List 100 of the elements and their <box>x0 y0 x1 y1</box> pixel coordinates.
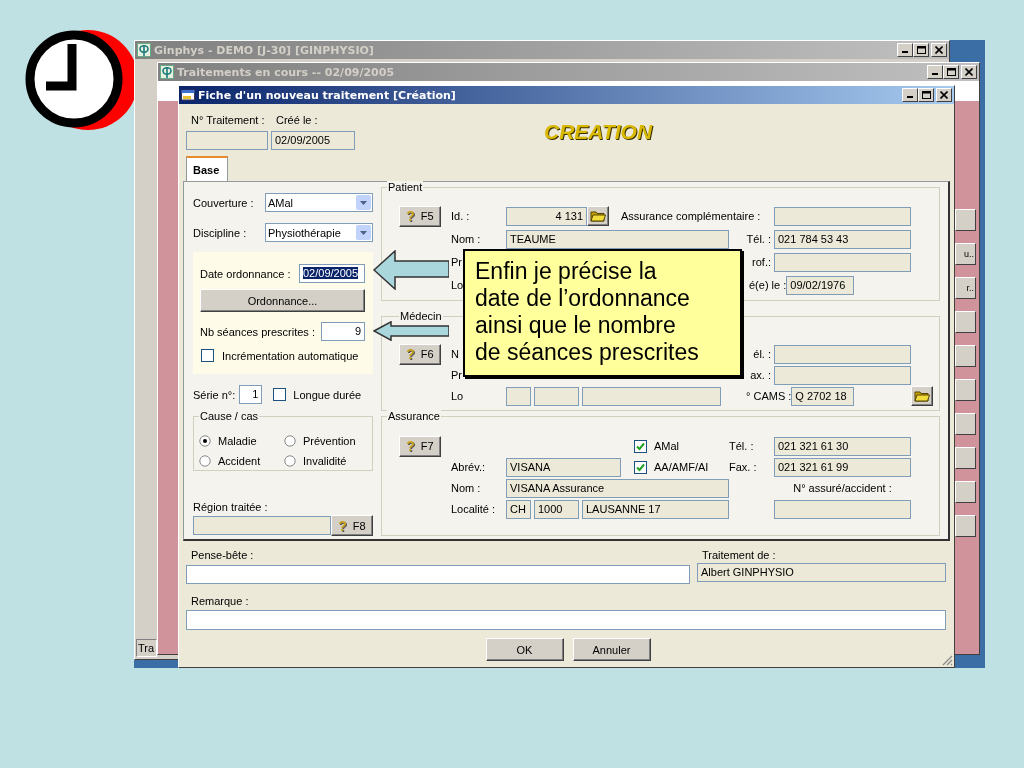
group-title: Cause / cas <box>199 410 260 423</box>
checkbox[interactable] <box>634 439 647 453</box>
field-label: Tél. : <box>746 233 772 245</box>
cams-field[interactable]: Q 2702 18 <box>791 386 854 406</box>
text-field[interactable] <box>506 386 531 406</box>
callout-text: Enfin je précise la date de l’ordonnance ainsi que le nombre de séances prescrites <box>463 249 742 377</box>
dialog-button[interactable]: OK <box>485 638 564 661</box>
checkbox-label: AA/AMF/AI <box>654 461 709 473</box>
close-button[interactable] <box>961 65 977 79</box>
status-bar: Tra <box>136 639 157 657</box>
radio-button[interactable] <box>284 455 296 467</box>
maximize-button[interactable] <box>943 65 959 79</box>
checkbox[interactable] <box>201 349 214 362</box>
side-button[interactable] <box>955 209 976 231</box>
field-label: Traitement de : <box>701 549 777 563</box>
field-label: Fax. : <box>729 461 757 473</box>
sessions-field[interactable]: 9 <box>321 322 365 341</box>
folder-button[interactable] <box>587 206 609 226</box>
id-field[interactable]: 4 131 <box>506 206 587 226</box>
date-field[interactable]: 02/09/2005 <box>271 131 355 150</box>
maximize-icon <box>921 91 931 99</box>
minimize-button[interactable] <box>902 88 918 102</box>
locality-field[interactable]: CH <box>506 499 531 519</box>
radio-label: Accident <box>218 455 261 467</box>
side-button[interactable] <box>955 447 976 469</box>
maximize-icon <box>916 46 926 54</box>
text-field[interactable] <box>582 386 721 406</box>
name-field[interactable]: TEAUME <box>506 229 729 249</box>
remark-field[interactable] <box>186 610 946 630</box>
field-label: Assurance complémentaire : <box>621 210 761 222</box>
side-button[interactable] <box>955 311 976 333</box>
maximize-button[interactable] <box>918 88 934 102</box>
series-field[interactable]: 1 <box>239 385 263 404</box>
app-icon <box>137 43 151 57</box>
field-label: Localité : <box>451 503 496 515</box>
memo-field[interactable] <box>186 565 690 584</box>
minimize-button[interactable] <box>927 65 943 79</box>
field-label: Nb séances prescrites : <box>200 325 315 338</box>
name-field[interactable]: VISANA Assurance <box>506 478 729 498</box>
checkbox[interactable] <box>634 460 647 474</box>
side-button[interactable] <box>955 379 976 401</box>
checkbox[interactable] <box>273 388 287 401</box>
close-button[interactable] <box>931 43 947 57</box>
close-icon <box>940 91 948 99</box>
minimize-icon <box>902 51 908 53</box>
field-label: Id. : <box>451 210 470 222</box>
side-button[interactable] <box>955 515 976 537</box>
close-button[interactable] <box>936 88 952 102</box>
window-title: Ginphys - DEMO [J-30] [GINPHYSIO] <box>154 43 375 57</box>
maximize-button[interactable] <box>913 43 929 57</box>
ordonnance-button[interactable]: Ordonnance... <box>200 289 365 312</box>
folder-icon <box>914 390 930 402</box>
side-button[interactable] <box>955 345 976 367</box>
side-button[interactable]: u.. <box>955 243 976 265</box>
couverture-select[interactable]: AMal <box>265 193 373 212</box>
radio-button[interactable] <box>284 435 296 447</box>
radio-button[interactable] <box>199 435 211 447</box>
fax-field[interactable]: 021 321 61 99 <box>774 457 911 477</box>
therapist-field[interactable]: Albert GINPHYSIO <box>697 563 946 582</box>
field-label: Discipline : <box>193 226 247 239</box>
side-button[interactable]: r.. <box>955 277 976 299</box>
region-field[interactable] <box>193 516 331 535</box>
lookup-button[interactable]: ? F7 <box>399 435 441 457</box>
date-field[interactable]: 02/09/2005 <box>299 264 365 283</box>
field-label: Lo <box>451 279 464 291</box>
field-label: Pr <box>451 256 462 268</box>
lookup-button[interactable]: ? F6 <box>399 343 441 365</box>
side-button[interactable] <box>955 413 976 435</box>
phone-field[interactable]: 021 321 61 30 <box>774 436 911 456</box>
side-button[interactable] <box>955 481 976 503</box>
locality-field[interactable]: 1000 <box>534 499 579 519</box>
folder-button[interactable] <box>911 386 933 406</box>
minimize-icon <box>907 96 913 98</box>
field-label: Nom : <box>451 233 481 245</box>
number-field[interactable] <box>186 131 268 150</box>
locality-field[interactable]: LAUSANNE 17 <box>582 499 729 519</box>
radio-button[interactable] <box>199 455 211 467</box>
text-field[interactable] <box>774 206 911 226</box>
discipline-select[interactable]: Physiothérapie <box>265 223 373 242</box>
tab[interactable]: Base <box>186 156 228 181</box>
birthdate-field[interactable]: 09/02/1976 <box>786 275 854 295</box>
group-title: Patient <box>387 181 424 194</box>
group-title: Assurance <box>387 410 441 423</box>
folder-icon <box>590 210 606 222</box>
lookup-button[interactable]: ? F5 <box>399 205 441 227</box>
minimize-button[interactable] <box>897 43 913 57</box>
lookup-button[interactable]: ? F8 <box>331 515 373 536</box>
abbreviation-field[interactable]: VISANA <box>506 457 621 477</box>
window-title: Traitements en cours -- 02/09/2005 <box>177 65 396 79</box>
resize-grip-icon <box>941 654 953 666</box>
dialog-button[interactable]: Annuler <box>572 638 651 661</box>
insured-number-field[interactable] <box>774 499 911 519</box>
field-label: Pense-bête : <box>190 549 255 563</box>
text-field[interactable] <box>534 386 579 406</box>
fax-field[interactable] <box>774 365 911 385</box>
field-label: Nom : <box>451 482 481 494</box>
text-field[interactable] <box>774 252 911 272</box>
phone-field[interactable] <box>774 344 911 364</box>
field-label: Couverture : <box>193 196 254 209</box>
phone-field[interactable]: 021 784 53 43 <box>774 229 911 249</box>
